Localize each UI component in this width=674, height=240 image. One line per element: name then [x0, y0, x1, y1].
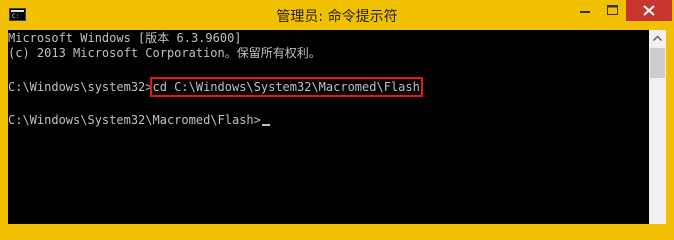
- vertical-scrollbar[interactable]: [649, 30, 666, 224]
- console-output[interactable]: Microsoft Windows [版本 6.3.9600] (c) 2013…: [8, 30, 649, 224]
- current-prompt: C:\Windows\System32\Macromed\Flash>: [8, 113, 261, 127]
- scroll-up-button[interactable]: [649, 30, 666, 47]
- scroll-thumb[interactable]: [650, 48, 665, 78]
- command-prompt-window: C: 管理员: 命令提示符 Microsoft Windows [版本 6.3.…: [0, 0, 674, 224]
- console-line-current-prompt[interactable]: C:\Windows\System32\Macromed\Flash>: [8, 113, 270, 128]
- close-icon: [643, 5, 655, 16]
- chevron-up-icon: [652, 35, 663, 42]
- maximize-button[interactable]: [599, 0, 626, 21]
- minimize-button[interactable]: [571, 0, 599, 21]
- console-line-command: C:\Windows\system32>cd C:\Windows\System…: [8, 77, 423, 97]
- console-line-version: Microsoft Windows [版本 6.3.9600]: [8, 31, 242, 45]
- title-bar[interactable]: C: 管理员: 命令提示符: [0, 0, 674, 30]
- maximize-icon: [607, 5, 618, 15]
- console-line-copyright: (c) 2013 Microsoft Corporation。保留所有权利。: [8, 46, 321, 60]
- minimize-icon: [580, 11, 590, 13]
- text-cursor: [261, 124, 270, 126]
- close-button[interactable]: [626, 0, 672, 21]
- window-frame-right: [666, 30, 674, 224]
- highlighted-command: cd C:\Windows\System32\Macromed\Flash: [149, 77, 423, 97]
- command-prompt: C:\Windows\system32>: [8, 80, 153, 94]
